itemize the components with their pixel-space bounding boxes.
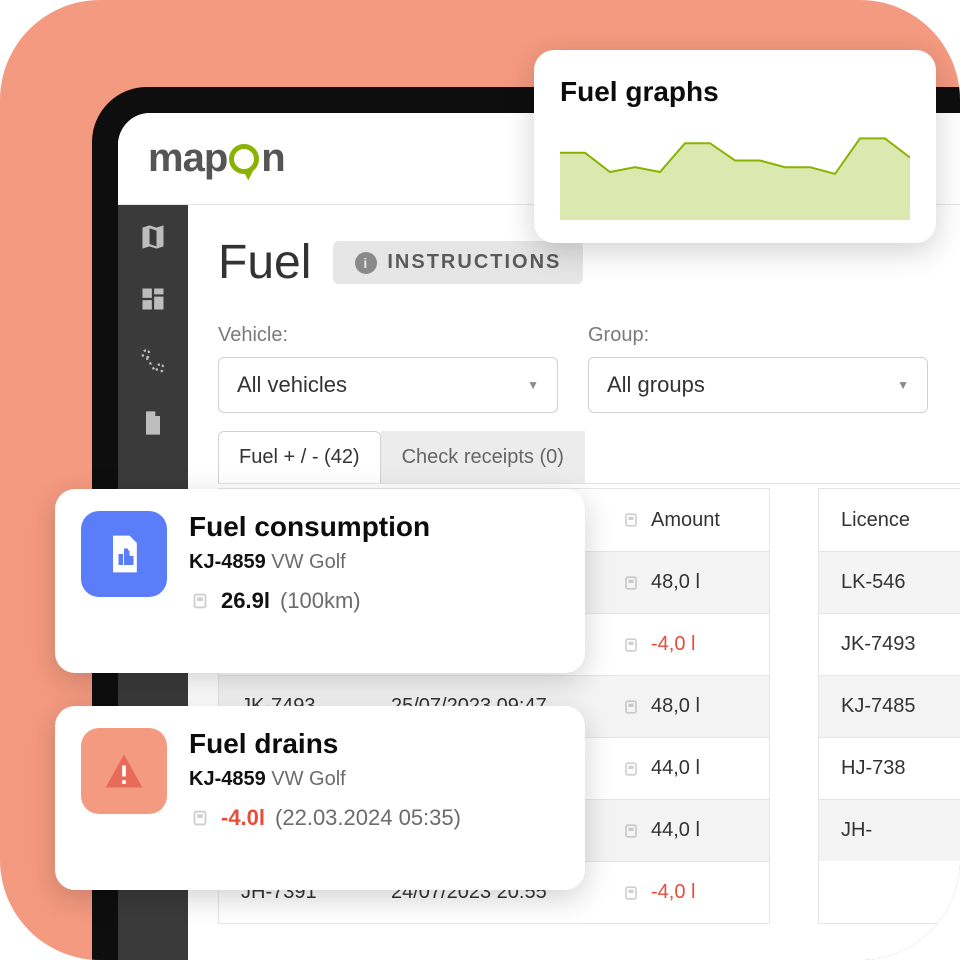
page-title-row: Fuel i INSTRUCTIONS	[218, 235, 960, 290]
stage: map n Fuel	[0, 0, 960, 960]
logo-text-pre: map	[148, 136, 227, 181]
vehicle-select[interactable]: All vehicles ▼	[218, 357, 558, 413]
fd-value: -4.0l	[221, 805, 265, 831]
table-row[interactable]: KJ-7485	[819, 675, 960, 737]
card-body: Fuel drains KJ-4859 VW Golf -4.0l (22.03…	[189, 728, 461, 831]
fd-licence: KJ-4859	[189, 768, 266, 790]
dashboard-icon[interactable]	[139, 285, 167, 313]
chip-icon	[621, 759, 641, 779]
th-amount: Amount	[599, 491, 769, 550]
card-body: Fuel consumption KJ-4859 VW Golf 26.9l (…	[189, 511, 430, 614]
fc-value: 26.9l	[221, 588, 270, 614]
filters: Vehicle: All vehicles ▼ Group: All group…	[218, 324, 960, 413]
fuel-drains-card: Fuel drains KJ-4859 VW Golf -4.0l (22.03…	[55, 706, 585, 890]
tabs: Fuel + / - (42) Check receipts (0)	[218, 431, 960, 484]
fc-vehicle: VW Golf	[271, 551, 345, 573]
fc-extra: (100km)	[280, 588, 361, 614]
fd-vehicle: VW Golf	[271, 768, 345, 790]
group-select[interactable]: All groups ▼	[588, 357, 928, 413]
logo-o-icon	[229, 144, 259, 174]
vehicle-filter-label: Vehicle:	[218, 324, 558, 347]
fc-licence: KJ-4859	[189, 551, 266, 573]
fuel-graphs-card: Fuel graphs	[534, 50, 936, 243]
chevron-down-icon: ▼	[897, 378, 909, 392]
fuel-graphs-title: Fuel graphs	[560, 76, 910, 108]
chip-icon	[621, 697, 641, 717]
route-icon[interactable]	[139, 347, 167, 375]
cell-licence: KJ-7485	[819, 677, 960, 736]
chip-icon	[189, 807, 211, 829]
info-icon: i	[355, 252, 377, 274]
chip-icon	[621, 635, 641, 655]
fd-metric: -4.0l (22.03.2024 05:35)	[189, 805, 461, 831]
cell-amount: 48,0 l	[599, 677, 769, 736]
vehicle-filter: Vehicle: All vehicles ▼	[218, 324, 558, 413]
instructions-label: INSTRUCTIONS	[387, 251, 561, 274]
logo-text-post: n	[261, 136, 284, 181]
table-row[interactable]: JK-7493	[819, 613, 960, 675]
fuel-consumption-card: Fuel consumption KJ-4859 VW Golf 26.9l (…	[55, 489, 585, 673]
bar-chart-icon	[81, 511, 167, 597]
cell-amount: 44,0 l	[599, 801, 769, 860]
cell-amount: 44,0 l	[599, 739, 769, 798]
fd-sub: KJ-4859 VW Golf	[189, 768, 461, 791]
fc-title: Fuel consumption	[189, 511, 430, 543]
fc-sub: KJ-4859 VW Golf	[189, 551, 430, 574]
alert-icon	[81, 728, 167, 814]
cell-amount: -4,0 l	[599, 615, 769, 674]
fuel-graph	[560, 124, 910, 220]
table-row[interactable]: LK-546	[819, 551, 960, 613]
cell-amount: 48,0 l	[599, 553, 769, 612]
chip-icon	[621, 573, 641, 593]
chip-icon	[621, 883, 641, 903]
cell-licence: JH-	[819, 801, 960, 860]
fc-metric: 26.9l (100km)	[189, 588, 430, 614]
table-row[interactable]: JH-	[819, 799, 960, 861]
group-select-value: All groups	[607, 372, 705, 398]
tab-fuel-pm[interactable]: Fuel + / - (42)	[218, 431, 381, 483]
table-licences: Licence LK-546JK-7493KJ-7485HJ-738JH-	[818, 488, 960, 924]
table-row[interactable]: HJ-738	[819, 737, 960, 799]
chevron-down-icon: ▼	[527, 378, 539, 392]
chip-icon	[189, 590, 211, 612]
cell-amount: -4,0 l	[599, 863, 769, 922]
chip-icon	[621, 510, 641, 530]
fd-extra: (22.03.2024 05:35)	[275, 805, 461, 831]
fd-title: Fuel drains	[189, 728, 461, 760]
group-filter: Group: All groups ▼	[588, 324, 928, 413]
page-title: Fuel	[218, 235, 311, 290]
map-icon[interactable]	[139, 223, 167, 251]
instructions-button[interactable]: i INSTRUCTIONS	[333, 241, 583, 284]
chip-icon	[621, 821, 641, 841]
logo: map n	[148, 136, 285, 181]
file-icon[interactable]	[139, 409, 167, 437]
cell-licence: LK-546	[819, 553, 960, 612]
tab-receipts[interactable]: Check receipts (0)	[381, 431, 585, 483]
group-filter-label: Group:	[588, 324, 928, 347]
cell-licence: HJ-738	[819, 739, 960, 798]
cell-licence: JK-7493	[819, 615, 960, 674]
th-licence-2: Licence	[819, 491, 960, 550]
vehicle-select-value: All vehicles	[237, 372, 347, 398]
